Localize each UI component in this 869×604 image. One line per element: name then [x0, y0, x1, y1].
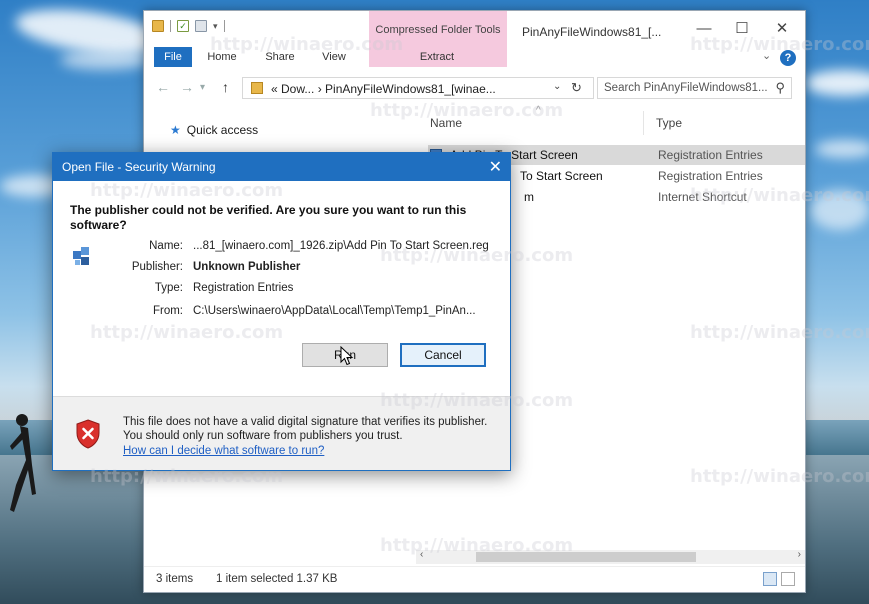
new-folder-icon[interactable] [195, 20, 207, 32]
search-placeholder: Search PinAnyFileWindows81... [604, 82, 768, 94]
qat-dropdown-icon[interactable]: ▾ [213, 21, 218, 32]
column-header-type[interactable]: Type [656, 111, 682, 135]
refresh-icon[interactable]: ↻ [571, 80, 582, 96]
tab-share[interactable]: Share [260, 47, 300, 67]
minimize-button[interactable]: — [689, 18, 719, 40]
back-arrow-icon[interactable]: ← [156, 79, 170, 95]
search-input[interactable]: Search PinAnyFileWindows81... ⚲ [597, 77, 792, 99]
security-warning-dialog: Open File - Security Warning ✕ The publi… [52, 152, 511, 471]
name-label: Name: [149, 240, 183, 252]
recent-locations-icon[interactable]: ▾ [200, 82, 205, 93]
close-button[interactable]: ✕ [767, 18, 797, 40]
column-header-name[interactable]: Name [430, 111, 462, 135]
tab-extract[interactable]: Extract [407, 47, 467, 67]
up-arrow-icon[interactable]: ↑ [222, 79, 229, 95]
name-value: ...81_[winaero.com]_1926.zip\Add Pin To … [193, 240, 489, 252]
properties-icon[interactable]: ✓ [177, 20, 189, 32]
explorer-window-title: PinAnyFileWindows81_[... [522, 25, 662, 39]
scroll-right-icon[interactable]: › [798, 549, 801, 560]
tab-view[interactable]: View [316, 47, 352, 67]
dialog-footer: This file does not have a valid digital … [53, 397, 510, 470]
row-type: Registration Entries [658, 169, 763, 183]
scrollbar-thumb[interactable] [476, 552, 696, 562]
nav-item-label: Quick access [186, 123, 259, 137]
scroll-left-icon[interactable]: ‹ [420, 549, 423, 560]
expand-ribbon-icon[interactable]: ⌄ [762, 49, 771, 62]
tab-home[interactable]: Home [200, 47, 244, 67]
horizontal-scrollbar[interactable]: ‹ › [416, 549, 805, 564]
help-link[interactable]: How can I decide what software to run? [123, 445, 324, 457]
dialog-close-icon[interactable]: ✕ [489, 157, 502, 177]
context-tab-title: Compressed Folder Tools [375, 24, 501, 36]
explorer-titlebar: ✓ ▾ Compressed Folder Tools PinAnyFileWi… [144, 11, 805, 67]
registry-file-icon [73, 247, 89, 265]
zip-folder-icon [251, 82, 263, 94]
row-name: To Start Screen [520, 169, 603, 183]
from-value: C:\Users\winaero\AppData\Local\Temp\Temp… [193, 305, 476, 317]
dialog-title: Open File - Security Warning [62, 160, 216, 174]
row-name: m [524, 190, 534, 204]
nav-item-quick-access[interactable]: ★ Quick access [170, 123, 258, 137]
publisher-label: Publisher: [131, 261, 183, 273]
type-label: Type: [154, 282, 183, 294]
tab-file[interactable]: File [154, 47, 192, 67]
quick-access-toolbar: ✓ ▾ [152, 20, 225, 32]
forward-arrow-icon[interactable]: → [180, 79, 194, 95]
type-value: Registration Entries [193, 282, 294, 294]
ribbon-tabs: File Home Share View Extract [144, 47, 805, 69]
dialog-question: The publisher could not be verified. Are… [70, 203, 467, 232]
folder-icon[interactable] [152, 20, 164, 32]
from-label: From: [152, 305, 183, 317]
sort-caret-icon: ^ [536, 105, 541, 116]
address-dropdown-icon[interactable]: ⌄ [553, 81, 561, 92]
status-selection: 1 item selected 1.37 KB [216, 573, 338, 585]
row-type: Registration Entries [658, 148, 763, 162]
runner-silhouette [10, 414, 36, 512]
publisher-value: Unknown Publisher [193, 261, 301, 273]
help-icon[interactable]: ? [780, 50, 796, 66]
status-bar: 3 items 1 item selected 1.37 KB [144, 566, 805, 592]
row-type: Internet Shortcut [658, 190, 747, 204]
dialog-titlebar: Open File - Security Warning ✕ [53, 153, 510, 181]
address-bar[interactable]: « Dow... › PinAnyFileWindows81_[winae...… [242, 77, 594, 99]
signature-warning-text: This file does not have a valid digital … [123, 416, 488, 442]
address-bar-row: ← → ▾ ↑ « Dow... › PinAnyFileWindows81_[… [144, 73, 805, 101]
maximize-button[interactable]: ☐ [727, 18, 757, 40]
star-icon: ★ [170, 123, 181, 137]
mouse-cursor-icon [340, 346, 354, 366]
search-icon: ⚲ [775, 80, 785, 95]
cancel-button[interactable]: Cancel [400, 343, 486, 367]
shield-warning-icon [76, 419, 100, 449]
large-icons-view-icon[interactable] [781, 572, 795, 586]
address-path: « Dow... › PinAnyFileWindows81_[winae... [271, 82, 496, 96]
status-item-count: 3 items [156, 573, 194, 585]
details-view-icon[interactable] [763, 572, 777, 586]
